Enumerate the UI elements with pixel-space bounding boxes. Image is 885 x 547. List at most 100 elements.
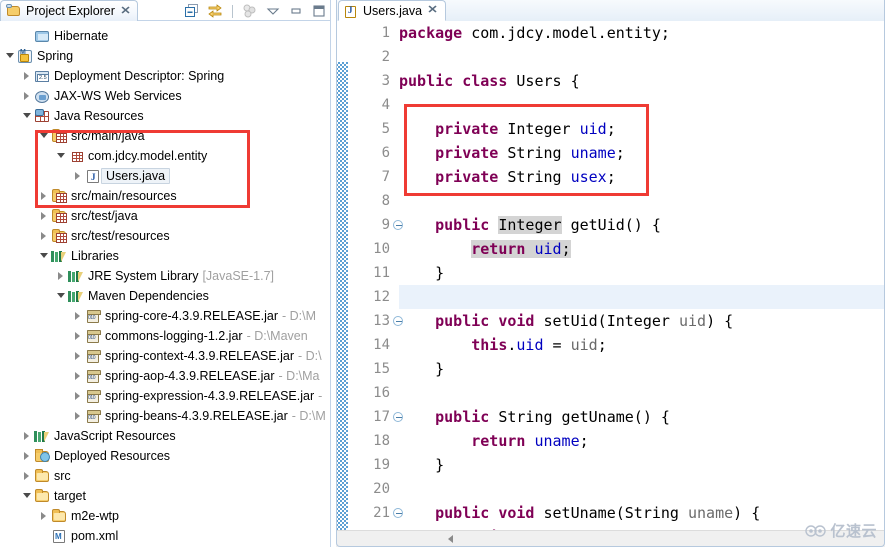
- code-line[interactable]: [399, 381, 885, 405]
- code-line[interactable]: private String usex;: [399, 165, 885, 189]
- tree-item-deployment-descriptor-spring[interactable]: Deployment Descriptor: Spring: [0, 66, 331, 86]
- code-line[interactable]: private String uname;: [399, 141, 885, 165]
- code-line[interactable]: public class Users {: [399, 69, 885, 93]
- expand-arrow-down-icon[interactable]: [55, 146, 68, 166]
- tree-item-src[interactable]: src: [0, 466, 331, 486]
- folder-icon: [51, 508, 68, 524]
- code-line[interactable]: }: [399, 453, 885, 477]
- tree-item-deployed-resources[interactable]: Deployed Resources: [0, 446, 331, 466]
- code-token: ) {: [706, 312, 734, 330]
- link-with-editor-icon[interactable]: [207, 3, 223, 19]
- tree-item-libraries[interactable]: Libraries: [0, 246, 331, 266]
- code-line[interactable]: [399, 45, 885, 69]
- tree-item-spring[interactable]: Spring: [0, 46, 331, 66]
- code-line[interactable]: }: [399, 261, 885, 285]
- expand-arrow-right-icon[interactable]: [72, 326, 85, 346]
- customize-view-icon[interactable]: [242, 3, 258, 19]
- expand-arrow-right-icon[interactable]: [55, 266, 68, 286]
- horizontal-scrollbar[interactable]: [336, 530, 885, 547]
- expand-arrow-down-icon[interactable]: [4, 46, 17, 66]
- tree-item-pom-xml[interactable]: pom.xml: [0, 526, 331, 546]
- expand-arrow-right-icon[interactable]: [38, 186, 51, 206]
- tree-item-hibernate[interactable]: Hibernate: [0, 26, 331, 46]
- expand-arrow-down-icon[interactable]: [38, 126, 51, 146]
- tree-item-src-main-java[interactable]: src/main/java: [0, 126, 331, 146]
- code-token: uid: [534, 240, 562, 258]
- code-line[interactable]: package com.jdcy.model.entity;: [399, 21, 885, 45]
- maximize-icon[interactable]: [311, 3, 327, 19]
- expand-arrow-right-icon[interactable]: [38, 226, 51, 246]
- code-line[interactable]: [399, 93, 885, 117]
- code-line[interactable]: [399, 189, 885, 213]
- tree-item-target[interactable]: target: [0, 486, 331, 506]
- tree-item-spring-context-4-3-9-release-jar[interactable]: spring-context-4.3.9.RELEASE.jar- D:\: [0, 346, 331, 366]
- expand-arrow-right-icon[interactable]: [72, 366, 85, 386]
- expand-arrow-right-icon[interactable]: [72, 386, 85, 406]
- expand-arrow-right-icon[interactable]: [72, 406, 85, 426]
- code-line[interactable]: return uname;: [399, 429, 885, 453]
- expand-arrow-right-icon[interactable]: [38, 506, 51, 526]
- expand-arrow-right-icon[interactable]: [72, 346, 85, 366]
- expand-arrow-down-icon[interactable]: [38, 246, 51, 266]
- line-number: 7: [381, 169, 390, 185]
- horizontal-scrollbar-thumb[interactable]: [446, 533, 776, 546]
- close-icon[interactable]: ✕: [427, 5, 438, 16]
- tree-item-spring-aop-4-3-9-release-jar[interactable]: spring-aop-4.3.9.RELEASE.jar- D:\Ma: [0, 366, 331, 386]
- tree-item-com-jdcy-model-entity[interactable]: com.jdcy.model.entity: [0, 146, 331, 166]
- tree-item-commons-logging-1-2-jar[interactable]: commons-logging-1.2.jar- D:\Maven: [0, 326, 331, 346]
- tree-item-spring-expression-4-3-9-release-jar[interactable]: spring-expression-4.3.9.RELEASE.jar-: [0, 386, 331, 406]
- tree-item-src-test-java[interactable]: src/test/java: [0, 206, 331, 226]
- expand-arrow-right-icon[interactable]: [21, 66, 34, 86]
- expand-arrow-right-icon[interactable]: [72, 306, 85, 326]
- tree-item-maven-dependencies[interactable]: Maven Dependencies: [0, 286, 331, 306]
- tree-item-javascript-resources[interactable]: JavaScript Resources: [0, 426, 331, 446]
- javascript-resources-icon: [34, 428, 51, 444]
- expand-arrow-right-icon[interactable]: [21, 426, 34, 446]
- expand-arrow-right-icon[interactable]: [72, 166, 85, 186]
- web-services-icon: [34, 88, 51, 104]
- code-line[interactable]: }: [399, 357, 885, 381]
- tree-item-jre-system-library[interactable]: JRE System Library [JavaSE-1.7]: [0, 266, 331, 286]
- annotation-ruler[interactable]: [336, 21, 349, 547]
- tree-item-spring-core-4-3-9-release-jar[interactable]: spring-core-4.3.9.RELEASE.jar - D:\M: [0, 306, 331, 326]
- tree-item-users-java[interactable]: Users.java: [0, 166, 331, 186]
- project-tree[interactable]: Hibernate Spring Deployment Descriptor: Sp…: [0, 22, 331, 547]
- view-menu-icon[interactable]: [265, 3, 281, 19]
- code-line[interactable]: this.uid = uid;: [399, 333, 885, 357]
- tree-item-java-resources[interactable]: Java Resources: [0, 106, 331, 126]
- minimize-icon[interactable]: [288, 3, 304, 19]
- tab-project-explorer[interactable]: Project Explorer ✕: [0, 0, 139, 21]
- line-number: 20: [373, 481, 390, 497]
- scroll-left-arrow-icon[interactable]: [448, 535, 453, 543]
- expand-arrow-down-icon[interactable]: [21, 106, 34, 126]
- library-icon: [51, 248, 68, 264]
- expand-arrow-down-icon[interactable]: [21, 486, 34, 506]
- expand-arrow-down-icon[interactable]: [55, 286, 68, 306]
- expand-arrow-right-icon[interactable]: [21, 466, 34, 486]
- expand-arrow-right-icon[interactable]: [38, 206, 51, 226]
- code-line[interactable]: private Integer uid;: [399, 117, 885, 141]
- code-line[interactable]: return uid;: [399, 237, 885, 261]
- close-icon[interactable]: ✕: [120, 5, 131, 17]
- tree-item-label: m2e-wtp: [71, 509, 119, 523]
- collapse-all-icon[interactable]: [184, 3, 200, 19]
- expand-arrow-right-icon[interactable]: [21, 446, 34, 466]
- code-line[interactable]: public void setUid(Integer uid) {: [399, 309, 885, 333]
- code-line[interactable]: [399, 285, 885, 309]
- code-line[interactable]: [399, 477, 885, 501]
- tree-item-jax-ws-web-services[interactable]: JAX-WS Web Services: [0, 86, 331, 106]
- tree-item-src-test-resources[interactable]: src/test/resources: [0, 226, 331, 246]
- tree-item-src-main-resources[interactable]: src/main/resources: [0, 186, 331, 206]
- tree-item-spring-beans-4-3-9-release-jar[interactable]: spring-beans-4.3.9.RELEASE.jar- D:\M: [0, 406, 331, 426]
- tree-item-label-wrap: pom.xml: [71, 529, 118, 543]
- code-line[interactable]: public String getUname() {: [399, 405, 885, 429]
- tree-item-m2e-wtp[interactable]: m2e-wtp: [0, 506, 331, 526]
- code-text-area[interactable]: package com.jdcy.model.entity; public cl…: [399, 21, 885, 547]
- code-token: ;: [606, 120, 616, 138]
- expand-arrow-right-icon[interactable]: [21, 86, 34, 106]
- tab-users-java[interactable]: J Users.java ✕: [338, 0, 447, 21]
- code-line[interactable]: public Integer getUid() {: [399, 213, 885, 237]
